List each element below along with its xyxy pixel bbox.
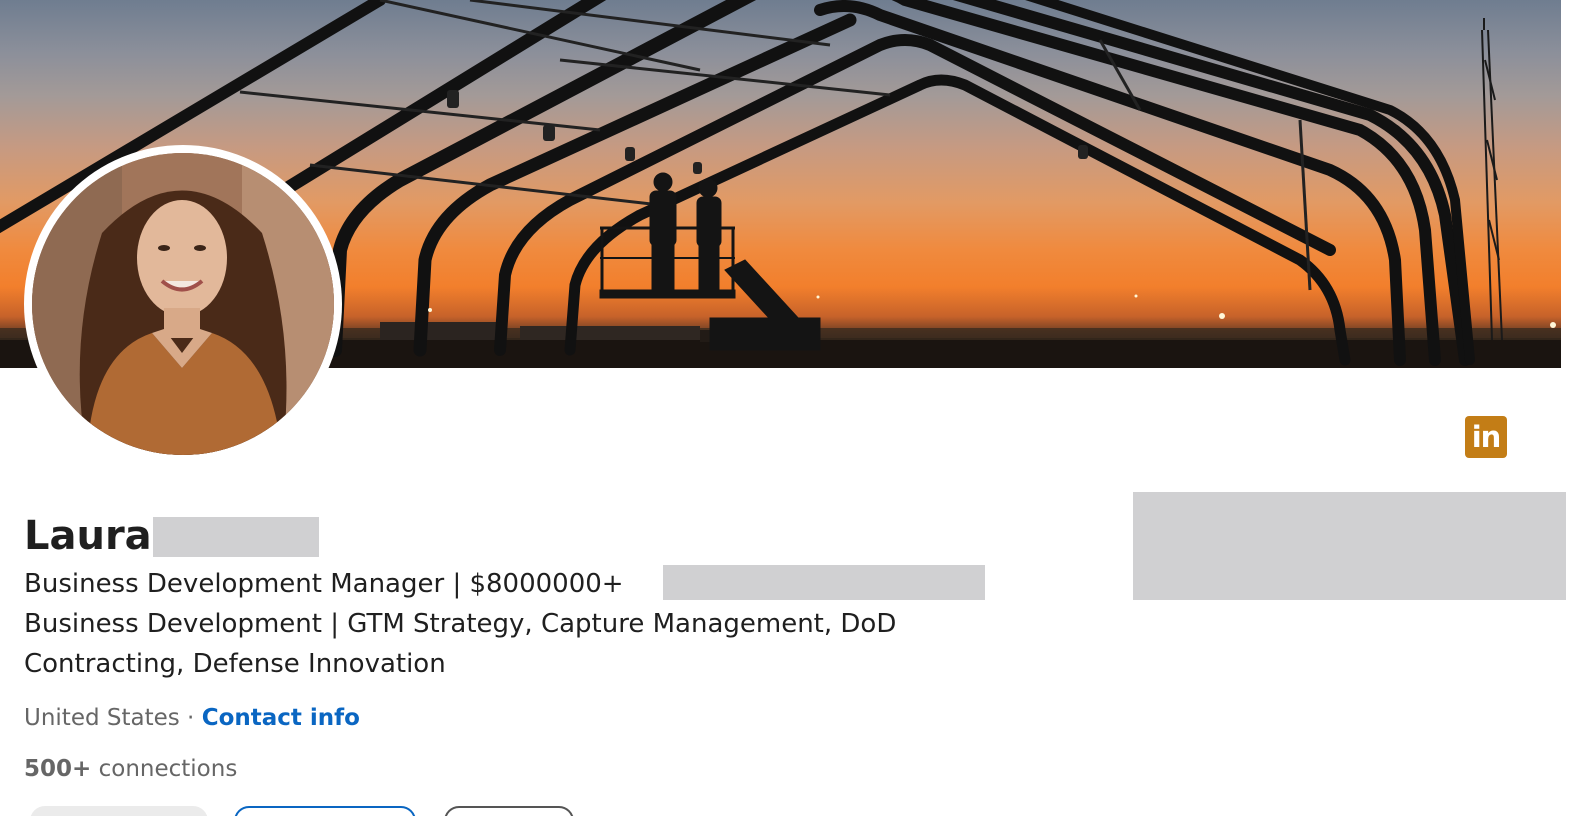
connections-label: connections <box>91 756 238 782</box>
profile-avatar[interactable] <box>24 145 342 463</box>
location-separator: · <box>179 705 202 731</box>
redacted-company <box>663 565 985 600</box>
action-button-1[interactable] <box>30 806 208 816</box>
contact-info-link[interactable]: Contact info <box>202 705 360 731</box>
headline-line-3: Contracting, Defense Innovation <box>24 649 446 679</box>
redacted-experience-panel <box>1133 492 1566 600</box>
profile-page: in Laura Business Development Manager | … <box>0 0 1576 816</box>
action-button-3[interactable] <box>444 806 574 816</box>
connections-count: 500+ <box>24 756 92 782</box>
headline-line-2: Business Development | GTM Strategy, Cap… <box>24 609 897 639</box>
headline-line-1-text: Business Development Manager | $8000000+ <box>24 569 624 599</box>
action-button-2[interactable] <box>234 806 416 816</box>
location-text: United States <box>24 705 180 731</box>
profile-location-row: United States · Contact info <box>24 700 360 736</box>
linkedin-icon[interactable]: in <box>1465 416 1507 458</box>
profile-name: Laura <box>24 509 152 563</box>
scroll-gutter <box>1561 0 1576 368</box>
first-name: Laura <box>24 513 152 559</box>
connections-row[interactable]: 500+ connections <box>24 751 237 787</box>
avatar-photo <box>32 153 334 455</box>
redacted-last-name <box>153 517 319 557</box>
